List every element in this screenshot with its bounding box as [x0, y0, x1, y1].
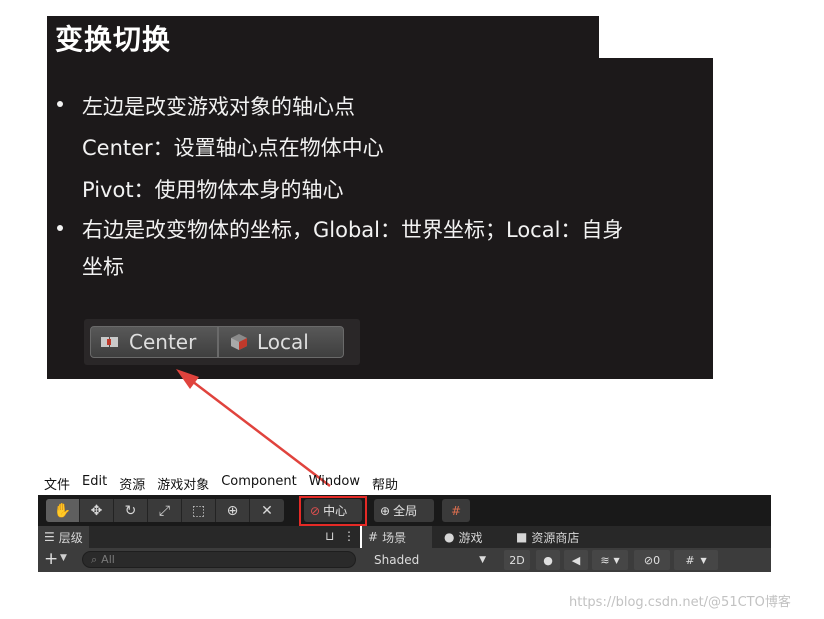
- shading-mode-value: Shaded: [374, 553, 420, 567]
- transform-tool-button[interactable]: ⊕: [216, 499, 250, 522]
- toggle-2d-label: 2D: [509, 553, 525, 567]
- menu-edit[interactable]: Edit: [82, 474, 107, 494]
- snap-grid-button[interactable]: #: [442, 499, 470, 522]
- chevron-down-icon: ▼: [479, 555, 486, 565]
- hidden-objects-toggle[interactable]: ⊘ 0: [634, 550, 670, 570]
- pivot-toggle-bar: Center Local: [84, 319, 360, 365]
- hierarchy-search-input[interactable]: ⌕ All: [82, 551, 356, 568]
- speaker-icon: ◀: [571, 553, 581, 567]
- grid-snap-icon: #: [450, 503, 462, 518]
- add-object-button[interactable]: +: [44, 549, 58, 569]
- scale-tool-button[interactable]: ⤢: [148, 499, 182, 522]
- menu-file[interactable]: 文件: [44, 474, 70, 494]
- hand-icon: ✋: [53, 502, 72, 519]
- slide-line-4: 右边是改变物体的坐标，Global：世界坐标；Local：自身: [82, 218, 624, 242]
- pivot-mode-highlight: [299, 496, 367, 526]
- effects-dropdown[interactable]: ≋ ▼: [592, 550, 628, 570]
- menu-component[interactable]: Component: [221, 474, 296, 494]
- menu-gameobject[interactable]: 游戏对象: [157, 474, 209, 494]
- slide-title: 变换切换: [55, 23, 172, 56]
- local-cube-icon: [231, 334, 247, 350]
- tab-hierarchy-label: 层级: [58, 530, 83, 545]
- add-dropdown-icon[interactable]: ▼: [60, 553, 67, 563]
- watermark: https://blog.csdn.net/@51CTO博客: [569, 595, 791, 610]
- local-toggle-label: Local: [257, 330, 309, 354]
- slide-line-1: 左边是改变游戏对象的轴心点: [82, 95, 355, 119]
- lock-icon[interactable]: ⊔: [325, 529, 334, 543]
- rect-icon: ⬚: [191, 502, 206, 519]
- more-icon[interactable]: ⋮: [343, 529, 355, 543]
- menu-help[interactable]: 帮助: [372, 474, 398, 494]
- transform-tools: ✋ ✥ ↻ ⤢ ⬚ ⊕ ✕: [46, 499, 284, 522]
- list-icon: ☰: [44, 530, 55, 544]
- tab-game[interactable]: ● 游戏: [438, 526, 489, 548]
- hand-tool-button[interactable]: ✋: [46, 499, 80, 522]
- scale-icon: ⤢: [158, 502, 171, 519]
- tab-game-label: 游戏: [458, 530, 483, 545]
- tab-hierarchy[interactable]: ☰ 层级: [38, 526, 89, 548]
- global-mode-button[interactable]: ⊕ 全局: [374, 499, 434, 522]
- panel-toolbar-row: + ▼ ⌕ All Shaded ▼ 2D ● ◀ ≋ ▼ ⊘ 0 # ▼: [38, 548, 771, 572]
- menu-assets[interactable]: 资源: [119, 474, 145, 494]
- hierarchy-header: ☰ 层级 ⊔ ⋮: [38, 526, 360, 548]
- gamepad-icon: ●: [444, 530, 455, 544]
- menu-bar: 文件 Edit 资源 游戏对象 Component Window 帮助: [44, 474, 410, 494]
- tools-icon: ✕: [261, 502, 273, 519]
- tab-asset-store-label: 资源商店: [531, 530, 580, 545]
- custom-tool-button[interactable]: ✕: [250, 499, 284, 522]
- menu-window[interactable]: Window: [309, 474, 360, 494]
- local-toggle-button[interactable]: Local: [218, 326, 344, 358]
- hidden-count: 0: [653, 553, 661, 567]
- center-toggle-button[interactable]: Center: [90, 326, 218, 358]
- slide-corner-cutout: [599, 16, 724, 58]
- tab-scene[interactable]: # 场景: [362, 526, 432, 548]
- scene-tabs-header: # 场景 ● 游戏 ■ 资源商店: [362, 526, 771, 548]
- audio-toggle-button[interactable]: ◀: [564, 550, 588, 570]
- main-toolbar: ✋ ✥ ↻ ⤢ ⬚ ⊕ ✕ ⊘ 中心 ⊕ 全局 #: [38, 495, 771, 526]
- slide-line-3: Pivot：使用物体本身的轴心: [82, 178, 344, 202]
- bullet-dot: [57, 225, 63, 231]
- rotate-tool-button[interactable]: ↻: [114, 499, 148, 522]
- chevron-down-icon: ▼: [700, 555, 707, 565]
- globe-icon: ⊕: [380, 503, 391, 518]
- rotate-icon: ↻: [124, 502, 137, 519]
- chevron-down-icon: ▼: [613, 555, 620, 565]
- tab-asset-store[interactable]: ■ 资源商店: [510, 526, 585, 548]
- toggle-2d-button[interactable]: 2D: [504, 550, 530, 570]
- lightbulb-icon: ●: [543, 553, 553, 567]
- search-placeholder: All: [101, 553, 115, 566]
- store-bag-icon: ■: [516, 530, 528, 544]
- search-icon: ⌕: [91, 552, 98, 566]
- center-toggle-label: Center: [129, 330, 197, 354]
- move-tool-button[interactable]: ✥: [80, 499, 114, 522]
- effects-icon: ≋: [600, 553, 610, 567]
- eye-slash-icon: ⊘: [643, 553, 654, 567]
- transform-icon: ⊕: [226, 502, 239, 519]
- shading-mode-dropdown[interactable]: Shaded ▼: [368, 549, 492, 571]
- slide-line-5: 坐标: [82, 255, 124, 279]
- slide-line-2: Center：设置轴心点在物体中心: [82, 136, 384, 160]
- global-mode-label: 全局: [393, 504, 418, 518]
- gizmos-dropdown[interactable]: # ▼: [674, 550, 718, 570]
- bullet-dot: [57, 101, 63, 107]
- gizmos-grid-icon: #: [685, 553, 695, 567]
- rect-tool-button[interactable]: ⬚: [182, 499, 216, 522]
- pivot-center-icon: [101, 337, 118, 347]
- move-icon: ✥: [90, 502, 103, 519]
- lighting-toggle-button[interactable]: ●: [536, 550, 560, 570]
- grid-icon: #: [368, 530, 379, 544]
- tab-scene-label: 场景: [382, 530, 407, 545]
